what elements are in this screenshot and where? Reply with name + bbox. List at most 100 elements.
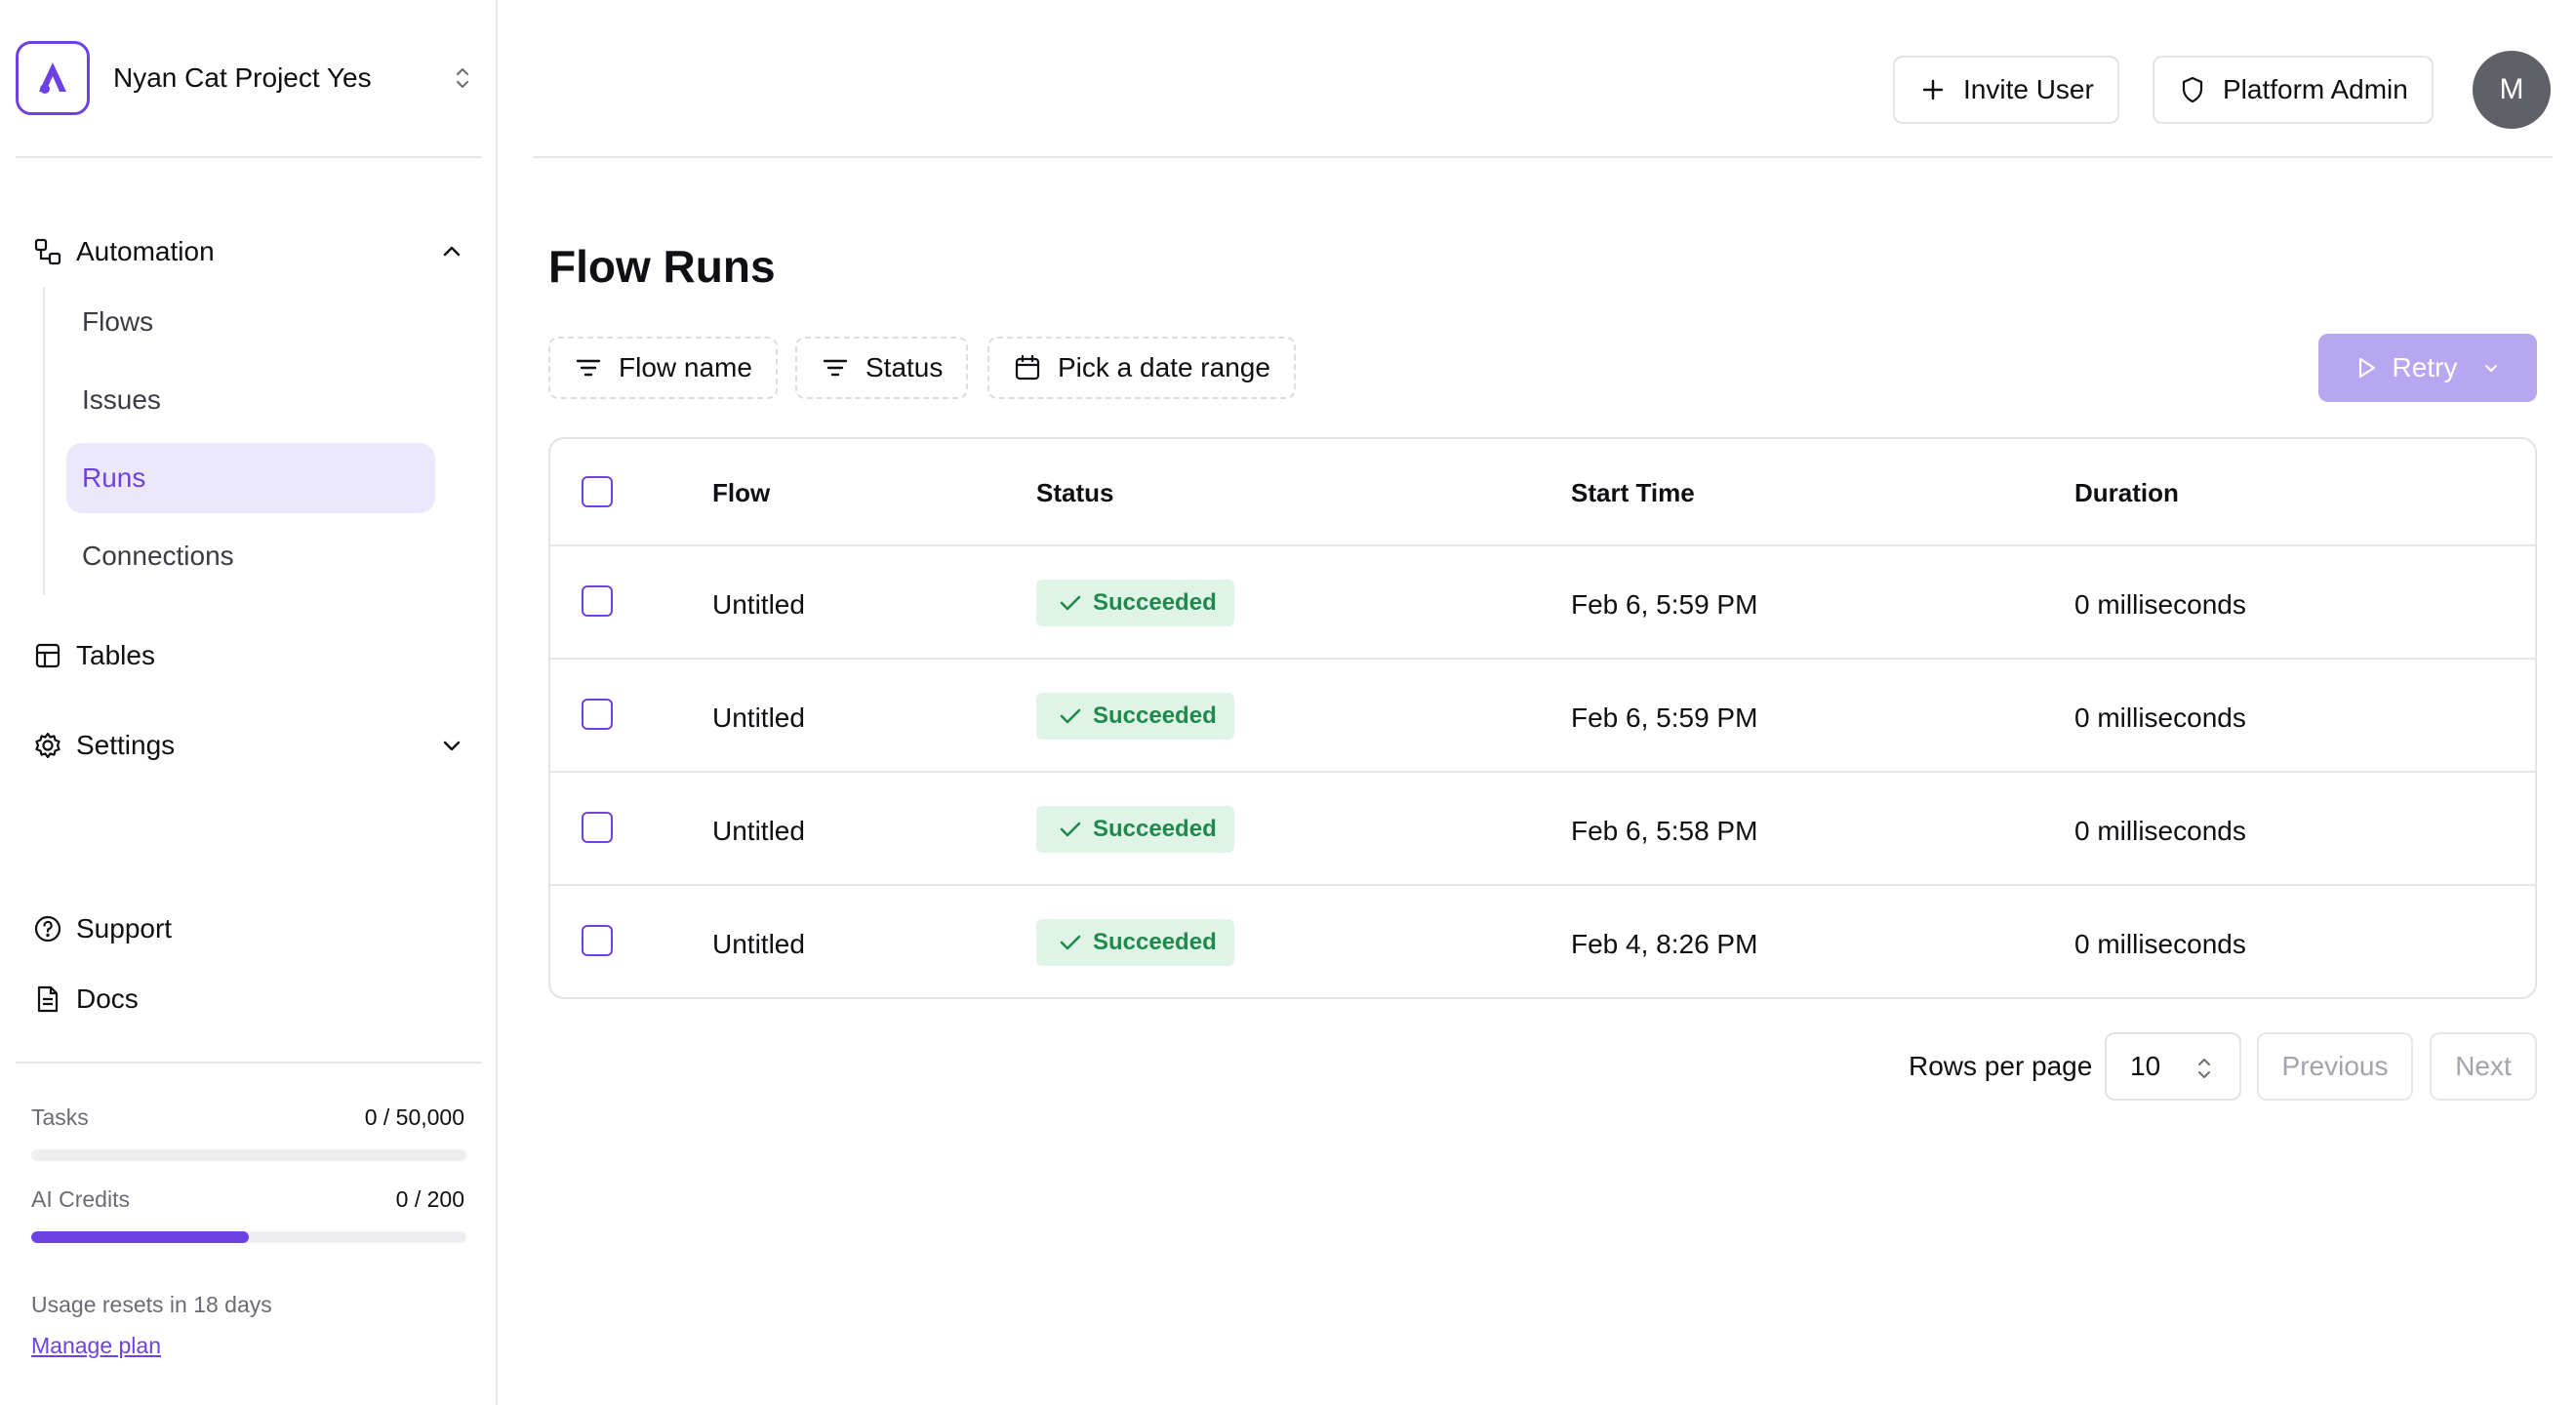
sidebar: Nyan Cat Project Yes Automation Flows Is… <box>0 0 498 1405</box>
brand-logo-icon <box>16 41 90 115</box>
status-badge-label: Succeeded <box>1093 816 1217 842</box>
status-badge: Succeeded <box>1036 693 1234 740</box>
project-name: Nyan Cat Project Yes <box>113 62 372 93</box>
status-badge-label: Succeeded <box>1093 589 1217 616</box>
status-filter-label: Status <box>865 352 944 382</box>
nav-item-support[interactable]: Support <box>16 898 482 960</box>
platform-admin-button[interactable]: Platform Admin <box>2153 56 2434 124</box>
nav-label-settings: Settings <box>76 730 176 760</box>
next-page-button[interactable]: Next <box>2430 1032 2537 1101</box>
gear-icon <box>31 729 64 762</box>
status-badge-label: Succeeded <box>1093 702 1217 729</box>
header-divider <box>533 156 2553 158</box>
status-badge: Succeeded <box>1036 919 1234 966</box>
row-checkbox[interactable] <box>582 585 613 617</box>
chevrons-up-down-icon[interactable] <box>451 63 474 93</box>
retry-button[interactable]: Retry <box>2318 334 2537 402</box>
file-text-icon <box>31 983 64 1016</box>
row-start-time: Feb 6, 5:59 PM <box>1571 702 1758 733</box>
workflow-icon <box>31 235 64 268</box>
row-duration: 0 milliseconds <box>2074 929 2246 959</box>
sidebar-divider-bottom <box>16 1062 482 1064</box>
nav-item-docs[interactable]: Docs <box>16 968 482 1030</box>
select-all-checkbox[interactable] <box>582 476 613 507</box>
row-checkbox[interactable] <box>582 812 613 843</box>
plus-icon <box>1918 75 1948 104</box>
usage-reset-text: Usage resets in 18 days <box>31 1292 272 1317</box>
column-header-flow[interactable]: Flow <box>712 478 770 508</box>
play-icon <box>2354 355 2379 381</box>
nav-label-automation: Automation <box>76 236 215 266</box>
rows-per-page-value: 10 <box>2130 1051 2161 1081</box>
row-flow-name: Untitled <box>712 702 805 733</box>
status-filter-button[interactable]: Status <box>795 337 969 399</box>
table-row[interactable]: Untitled Succeeded Feb 6, 5:59 PM 0 mill… <box>550 546 2535 660</box>
check-icon <box>1058 703 1083 729</box>
row-duration: 0 milliseconds <box>2074 589 2246 620</box>
chevron-down-icon[interactable] <box>2480 357 2502 379</box>
project-switcher[interactable]: Nyan Cat Project Yes <box>16 41 482 115</box>
previous-page-button[interactable]: Previous <box>2257 1032 2413 1101</box>
check-icon <box>1058 817 1083 842</box>
app-root: Nyan Cat Project Yes Automation Flows Is… <box>0 0 2576 1405</box>
row-checkbox[interactable] <box>582 925 613 956</box>
table-row[interactable]: Untitled Succeeded Feb 6, 5:59 PM 0 mill… <box>550 660 2535 773</box>
row-flow-name: Untitled <box>712 589 805 620</box>
nav-label-support: Support <box>76 913 173 943</box>
row-flow-name: Untitled <box>712 816 805 846</box>
usage-tasks-bar <box>31 1149 466 1161</box>
flow-name-filter-label: Flow name <box>619 352 752 382</box>
check-icon <box>1058 930 1083 955</box>
sidebar-item-flows[interactable]: Flows <box>66 287 435 357</box>
row-start-time: Feb 4, 8:26 PM <box>1571 929 1758 959</box>
row-checkbox[interactable] <box>582 699 613 730</box>
usage-tasks-value: 0 / 50,000 <box>364 1104 464 1130</box>
nav-group-settings[interactable]: Settings <box>16 714 482 777</box>
sidebar-item-issues[interactable]: Issues <box>66 365 435 435</box>
flow-runs-table: Flow Status Start Time Duration Untitled… <box>548 437 2537 999</box>
shield-icon <box>2178 75 2207 104</box>
row-duration: 0 milliseconds <box>2074 702 2246 733</box>
flow-name-filter-button[interactable]: Flow name <box>548 337 778 399</box>
column-header-start-time[interactable]: Start Time <box>1571 478 1695 508</box>
column-header-status[interactable]: Status <box>1036 478 1113 508</box>
manage-plan-link[interactable]: Manage plan <box>31 1333 161 1359</box>
sidebar-item-runs[interactable]: Runs <box>66 443 435 513</box>
usage-ai-credits-bar <box>31 1231 466 1243</box>
date-range-filter-button[interactable]: Pick a date range <box>987 337 1296 399</box>
sidebar-item-connections[interactable]: Connections <box>66 521 435 591</box>
usage-ai-credits-label: AI Credits <box>31 1186 130 1212</box>
nav-label-tables: Tables <box>76 640 155 670</box>
rows-per-page-select[interactable]: 10 <box>2105 1032 2241 1101</box>
status-badge: Succeeded <box>1036 806 1234 853</box>
help-circle-icon <box>31 912 64 945</box>
nav-label-docs: Docs <box>76 984 139 1014</box>
status-badge: Succeeded <box>1036 580 1234 626</box>
status-badge-label: Succeeded <box>1093 929 1217 955</box>
sub-nav-rail <box>43 287 45 595</box>
avatar[interactable]: M <box>2473 51 2551 129</box>
invite-user-button[interactable]: Invite User <box>1893 56 2119 124</box>
calendar-icon <box>1013 353 1042 382</box>
column-header-duration[interactable]: Duration <box>2074 478 2179 508</box>
chevrons-up-down-icon <box>2194 1056 2214 1081</box>
check-icon <box>1058 590 1083 616</box>
chevron-up-icon[interactable] <box>435 235 468 268</box>
table-row[interactable]: Untitled Succeeded Feb 6, 5:58 PM 0 mill… <box>550 773 2535 886</box>
page-title: Flow Runs <box>548 241 776 292</box>
nav-item-tables[interactable]: Tables <box>16 624 482 687</box>
usage-tasks-label: Tasks <box>31 1104 89 1130</box>
nav-group-automation[interactable]: Automation <box>16 221 482 283</box>
row-start-time: Feb 6, 5:59 PM <box>1571 589 1758 620</box>
table-row[interactable]: Untitled Succeeded Feb 4, 8:26 PM 0 mill… <box>550 886 2535 997</box>
usage-ai-credits-value: 0 / 200 <box>395 1186 464 1212</box>
table-header-row: Flow Status Start Time Duration <box>550 439 2535 546</box>
filter-lines-icon <box>821 353 850 382</box>
sidebar-divider-top <box>16 156 482 158</box>
platform-admin-label: Platform Admin <box>2223 74 2408 104</box>
chevron-down-icon[interactable] <box>435 729 468 762</box>
row-start-time: Feb 6, 5:58 PM <box>1571 816 1758 846</box>
rows-per-page-label: Rows per page <box>1909 1051 2093 1081</box>
filter-lines-icon <box>574 353 603 382</box>
table-icon <box>31 639 64 672</box>
